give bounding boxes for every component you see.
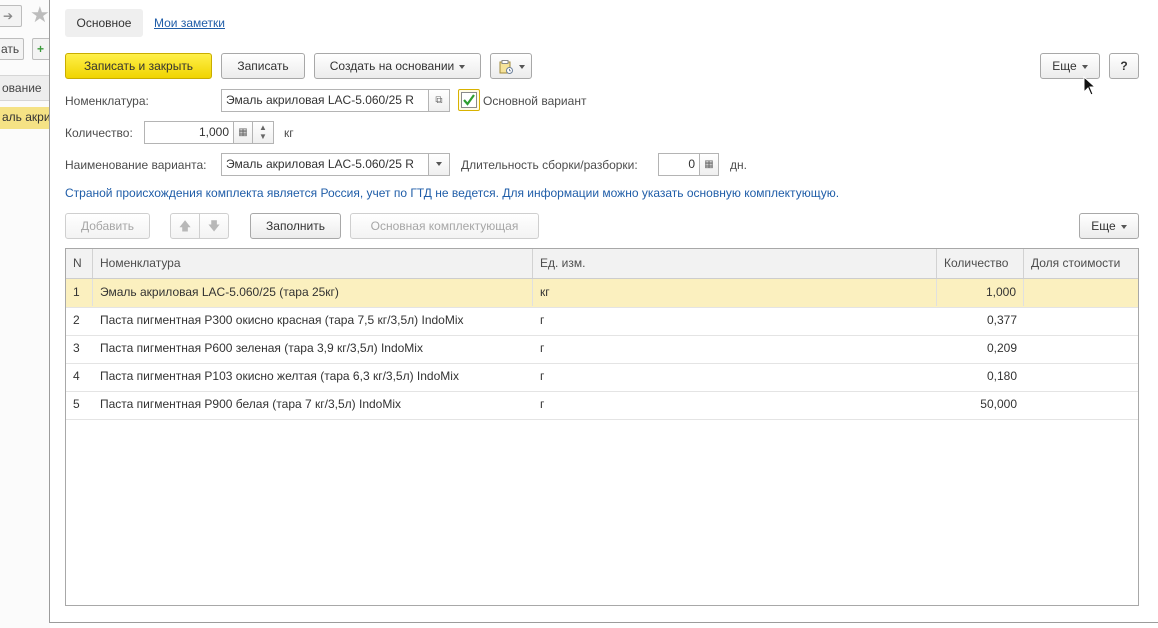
form-window: Основное Мои заметки Записать и закрыть … <box>49 0 1158 623</box>
save-button[interactable]: Записать <box>221 53 305 79</box>
quantity-stepper[interactable]: ▲ ▼ <box>252 121 274 144</box>
row-nomenclature: Паста пигментная P600 зеленая (тара 3,9 … <box>100 341 423 355</box>
row-cost-share <box>1024 279 1138 306</box>
quantity-unit: кг <box>284 126 294 140</box>
main-variant-label: Основной вариант <box>483 94 587 108</box>
chevron-down-icon <box>1120 224 1127 229</box>
background-button[interactable]: ать <box>0 38 24 60</box>
add-row-button[interactable]: Добавить <box>65 213 150 239</box>
nomenclature-field[interactable]: Эмаль акриловая LAC-5.060/25 R <box>221 89 429 112</box>
row-quantity: 50,000 <box>980 397 1017 411</box>
components-table[interactable]: N Номенклатура Ед. изм. Количество Доля … <box>65 248 1139 606</box>
arrow-right-icon: ➔ <box>2 9 14 23</box>
main-variant-checkbox[interactable] <box>458 89 480 111</box>
row-cost-share <box>1024 391 1138 418</box>
open-nomenclature-button[interactable]: ⧉ <box>428 89 450 112</box>
column-header-n[interactable]: N <box>66 249 93 278</box>
help-button[interactable]: ? <box>1109 53 1139 79</box>
fill-button[interactable]: Заполнить <box>250 213 341 239</box>
open-link-icon: ⧉ <box>435 95 443 106</box>
tab-main[interactable]: Основное <box>65 9 143 37</box>
save-and-close-button[interactable]: Записать и закрыть <box>65 53 212 79</box>
chevron-down-icon <box>459 64 466 69</box>
print-document-icon <box>499 59 513 74</box>
row-nomenclature: Эмаль акриловая LAC-5.060/25 (тара 25кг) <box>93 279 533 306</box>
forward-button[interactable]: ➔ <box>0 5 22 27</box>
calculator-icon: ▦ <box>704 159 714 170</box>
row-nomenclature: Паста пигментная P900 белая (тара 7 кг/3… <box>100 397 402 411</box>
background-add-button[interactable]: + <box>32 38 50 60</box>
arrow-down-icon: 🡇 <box>207 219 221 233</box>
duration-field[interactable]: 0 <box>658 153 700 176</box>
quantity-field[interactable]: 1,000 <box>144 121 234 144</box>
row-cost-share <box>1024 307 1138 334</box>
print-menu-button[interactable] <box>490 53 532 79</box>
table-row[interactable]: 1 Эмаль акриловая LAC-5.060/25 (тара 25к… <box>66 279 1138 308</box>
move-up-button[interactable]: 🡅 <box>170 213 200 239</box>
table-header: N Номенклатура Ед. изм. Количество Доля … <box>66 249 1138 279</box>
row-number: 3 <box>73 341 80 355</box>
chevron-down-icon <box>1081 64 1088 69</box>
row-number: 2 <box>73 313 80 327</box>
row-quantity: 0,180 <box>986 369 1017 383</box>
background-column-header: ование <box>0 75 50 101</box>
row-quantity: 1,000 <box>937 279 1024 306</box>
stepper-down-icon: ▼ <box>259 132 267 141</box>
row-number: 1 <box>66 279 93 306</box>
column-header-quantity[interactable]: Количество <box>937 249 1024 278</box>
calculator-icon: ▦ <box>238 127 248 138</box>
favorite-star-icon[interactable]: ★ <box>30 2 50 28</box>
table-row[interactable]: 4 Паста пигментная P103 окисно желтая (т… <box>66 363 1138 392</box>
variant-name-field[interactable]: Эмаль акриловая LAC-5.060/25 R <box>221 153 429 176</box>
checkmark-icon <box>461 92 477 108</box>
variant-name-dropdown[interactable] <box>428 153 450 176</box>
chevron-down-icon <box>436 162 442 167</box>
row-cost-share <box>1024 335 1138 362</box>
stepper-up-icon: ▲ <box>259 123 267 132</box>
country-info-text: Страной происхождения комплекта является… <box>65 186 840 200</box>
row-number: 4 <box>73 369 80 383</box>
arrow-up-icon: 🡅 <box>178 219 192 233</box>
main-component-button[interactable]: Основная комплектующая <box>350 213 539 239</box>
row-unit: г <box>540 341 545 355</box>
row-unit: г <box>540 313 545 327</box>
chevron-down-icon <box>518 64 525 69</box>
duration-label: Длительность сборки/разборки: <box>461 158 638 172</box>
row-nomenclature: Паста пигментная P103 окисно желтая (тар… <box>100 369 459 383</box>
table-row[interactable]: 2 Паста пигментная P300 окисно красная (… <box>66 307 1138 336</box>
row-unit: кг <box>533 279 937 306</box>
table-row[interactable]: 5 Паста пигментная P900 белая (тара 7 кг… <box>66 391 1138 420</box>
background-window: ➔ ★ ать + ование аль акри <box>0 0 50 628</box>
row-nomenclature: Паста пигментная P300 окисно красная (та… <box>100 313 464 327</box>
mouse-cursor-icon <box>1083 76 1097 96</box>
column-header-unit[interactable]: Ед. изм. <box>533 249 937 278</box>
quantity-label: Количество: <box>65 126 133 140</box>
row-quantity: 0,377 <box>986 313 1017 327</box>
nomenclature-label: Номенклатура: <box>65 94 149 108</box>
row-unit: г <box>540 369 545 383</box>
add-icon: + <box>37 42 45 56</box>
row-unit: г <box>540 397 545 411</box>
tab-my-notes[interactable]: Мои заметки <box>154 16 225 30</box>
column-header-nomenclature[interactable]: Номенклатура <box>93 249 533 278</box>
row-quantity: 0,209 <box>986 341 1017 355</box>
create-based-on-button[interactable]: Создать на основании <box>314 53 481 79</box>
row-cost-share <box>1024 363 1138 390</box>
duration-calculator-button[interactable]: ▦ <box>699 153 719 176</box>
table-row[interactable]: 3 Паста пигментная P600 зеленая (тара 3,… <box>66 335 1138 364</box>
row-number: 5 <box>73 397 80 411</box>
background-selected-row[interactable]: аль акри <box>0 107 50 129</box>
table-more-button[interactable]: Еще <box>1079 213 1139 239</box>
duration-unit: дн. <box>730 158 747 172</box>
calculator-button[interactable]: ▦ <box>233 121 253 144</box>
variant-name-label: Наименование варианта: <box>65 158 207 172</box>
column-header-cost-share[interactable]: Доля стоимости <box>1024 249 1138 278</box>
move-down-button[interactable]: 🡇 <box>199 213 229 239</box>
